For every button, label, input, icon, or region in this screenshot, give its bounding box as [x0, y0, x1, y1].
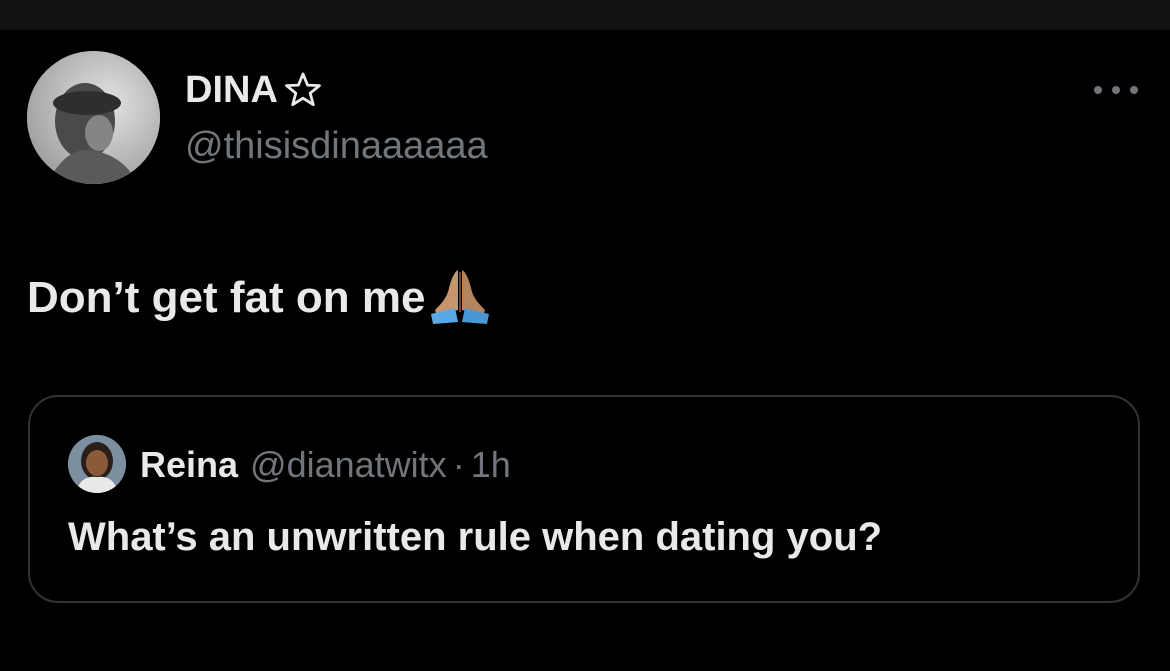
tweet-text-row: Don’t get fat on me	[27, 266, 493, 326]
display-name-row[interactable]: DINA	[185, 66, 324, 114]
quote-author-name[interactable]: Reina	[140, 444, 238, 485]
quote-avatar[interactable]	[68, 435, 126, 493]
quote-header: Reina @dianatwitx · 1h	[140, 441, 511, 489]
tweet-text: Don’t get fat on me	[27, 273, 426, 322]
avatar-photo	[27, 51, 160, 184]
top-bar	[0, 0, 1170, 30]
folded-hands-icon	[431, 270, 490, 324]
more-dot	[1094, 86, 1102, 94]
more-dot	[1112, 86, 1120, 94]
quote-avatar-photo	[68, 435, 126, 493]
user-handle[interactable]: @thisisdinaaaaaa	[185, 122, 488, 170]
more-horizontal-icon[interactable]	[1094, 80, 1138, 100]
quote-text: What’s an unwritten rule when dating you…	[68, 515, 883, 559]
quote-separator: ·	[452, 444, 465, 485]
star-outline-icon	[285, 72, 321, 107]
display-name[interactable]: DINA	[185, 66, 278, 114]
avatar[interactable]	[27, 51, 160, 184]
quoted-tweet-card[interactable]: Reina @dianatwitx · 1h What’s an unwritten …	[28, 395, 1140, 603]
quote-timestamp[interactable]: 1h	[471, 444, 511, 485]
quote-author-handle[interactable]: @dianatwitx	[250, 444, 447, 485]
more-dot	[1130, 86, 1138, 94]
